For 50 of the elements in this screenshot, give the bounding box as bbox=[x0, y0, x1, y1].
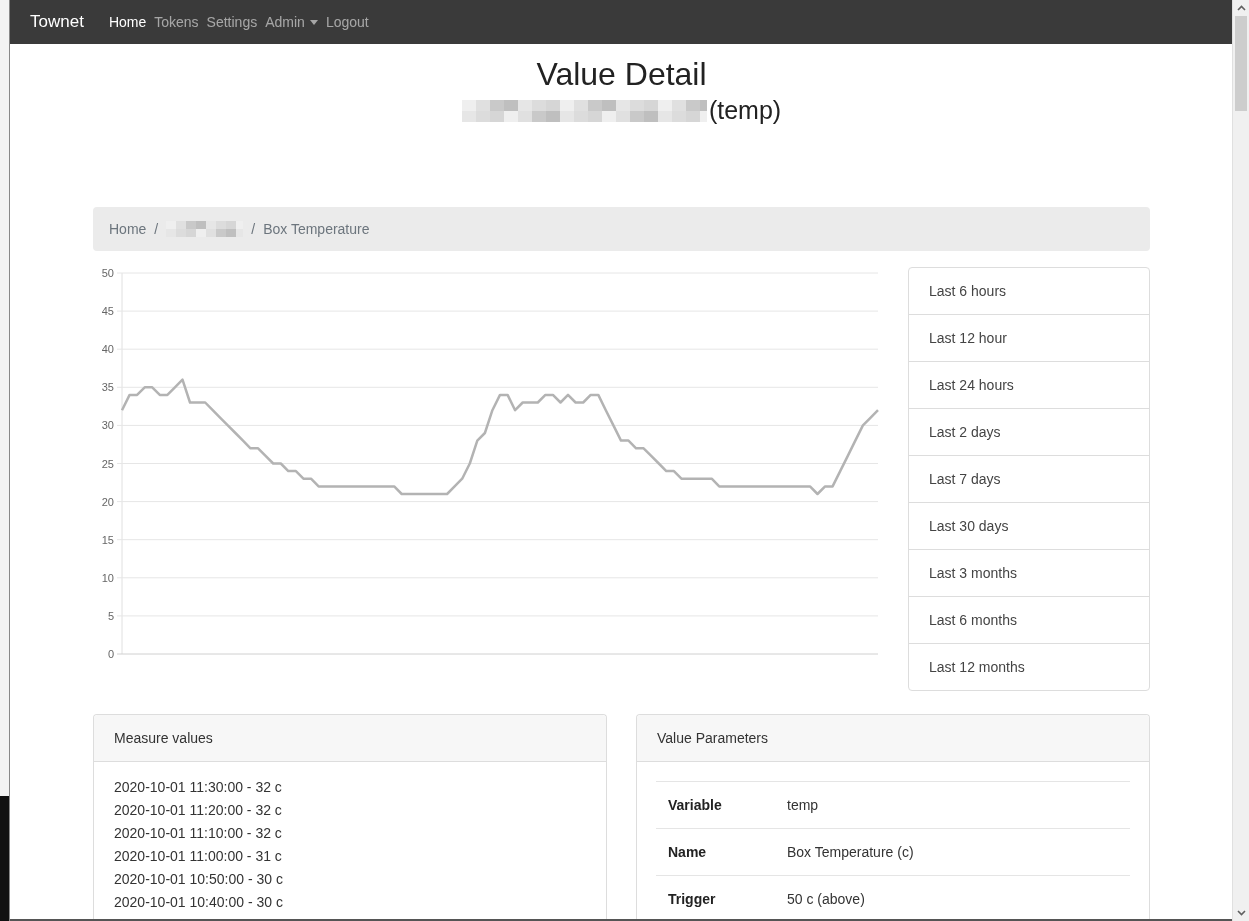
range-option[interactable]: Last 12 hour bbox=[909, 314, 1149, 361]
page-title: Value Detail bbox=[536, 55, 707, 94]
y-tick-label: 40 bbox=[101, 343, 114, 356]
dropdown-toggle[interactable]: Admin bbox=[261, 6, 322, 38]
measure-entry: 2020-10-01 11:10:00 - 32 c bbox=[114, 824, 283, 843]
card-header: Value Parameters bbox=[637, 715, 1149, 762]
y-tick-label: 45 bbox=[101, 305, 114, 318]
card-header: Measure values bbox=[94, 715, 606, 762]
parameter-value: 50 c (above) bbox=[787, 891, 865, 907]
nav-link[interactable]: Home bbox=[104, 6, 151, 38]
measure-entry: 2020-10-01 11:00:00 - 31 c bbox=[114, 847, 283, 866]
range-option[interactable]: Last 12 months bbox=[909, 643, 1149, 690]
range-option[interactable]: Last 2 days bbox=[909, 408, 1149, 455]
parameter-value: Box Temperature (c) bbox=[787, 844, 914, 860]
y-tick-label: 5 bbox=[107, 609, 114, 622]
range-option[interactable]: Last 6 months bbox=[909, 596, 1149, 643]
nav-link[interactable]: Tokens bbox=[150, 6, 203, 38]
scroll-down-icon[interactable] bbox=[1236, 910, 1246, 916]
range-option[interactable]: Last 7 days bbox=[909, 455, 1149, 502]
caret-icon bbox=[309, 19, 318, 25]
y-tick-label: 50 bbox=[101, 267, 114, 279]
y-tick-label: 10 bbox=[101, 571, 114, 584]
y-tick-label: 15 bbox=[101, 533, 114, 546]
parameter-label: Name bbox=[667, 844, 708, 860]
range-option[interactable]: Last 24 hours bbox=[909, 361, 1149, 408]
brand-link[interactable]: Townet bbox=[26, 4, 88, 40]
range-option[interactable]: Last 3 months bbox=[909, 549, 1149, 596]
parameter-value: temp bbox=[787, 797, 819, 813]
y-tick-label: 30 bbox=[101, 419, 114, 432]
page-subtitle: (temp) bbox=[708, 96, 782, 125]
nav-link[interactable]: Settings bbox=[202, 6, 262, 38]
parameter-label: Variable bbox=[667, 797, 723, 813]
y-tick-label: 25 bbox=[101, 457, 114, 470]
breadcrumb-link[interactable]: Home bbox=[109, 221, 147, 237]
y-tick-label: 0 bbox=[107, 648, 114, 660]
scrollbar-thumb[interactable] bbox=[1235, 16, 1247, 111]
scroll-up-icon[interactable] bbox=[1236, 5, 1246, 11]
y-tick-label: 20 bbox=[101, 495, 114, 508]
breadcrumb-separator: / bbox=[153, 221, 160, 237]
y-tick-label: 35 bbox=[101, 381, 114, 394]
breadcrumb-current: Box Temperature bbox=[263, 221, 370, 237]
range-option[interactable]: Last 30 days bbox=[909, 502, 1149, 549]
parameter-label: Trigger bbox=[667, 891, 717, 907]
measure-entry: 2020-10-01 10:50:00 - 30 c bbox=[114, 870, 284, 889]
measure-entry: 2020-10-01 11:30:00 - 32 c bbox=[114, 778, 283, 797]
range-option[interactable]: Last 6 hours bbox=[909, 268, 1149, 314]
nav-link[interactable]: Logout bbox=[321, 6, 373, 38]
breadcrumb-separator: / bbox=[250, 221, 257, 237]
measure-entry: 2020-10-01 10:40:00 - 30 c bbox=[114, 893, 284, 912]
measure-entry: 2020-10-01 11:20:00 - 32 c bbox=[114, 801, 283, 820]
